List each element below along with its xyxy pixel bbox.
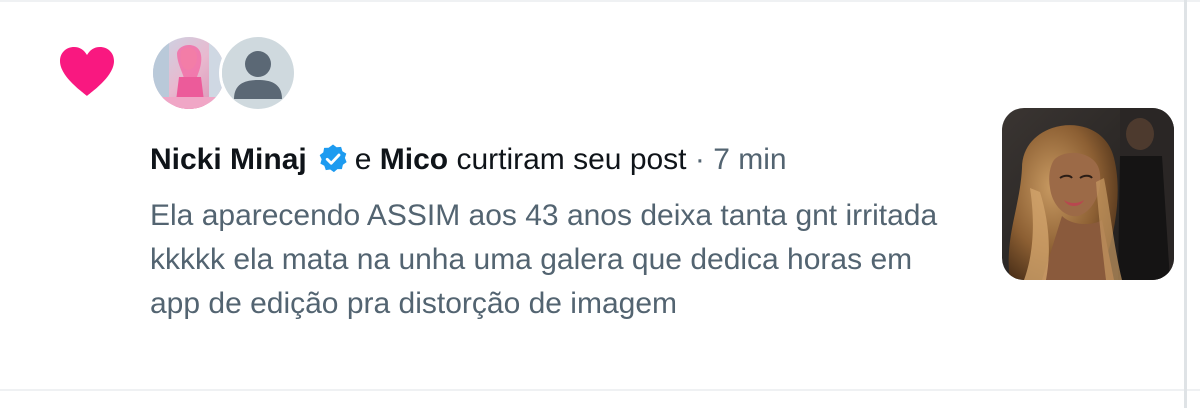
post-thumbnail[interactable] <box>1002 108 1174 280</box>
bottom-divider <box>0 389 1200 391</box>
avatar-nicki-minaj[interactable] <box>153 37 225 109</box>
dot-separator: · <box>694 143 705 176</box>
connector-text: e <box>354 143 372 176</box>
default-user-avatar <box>222 37 294 109</box>
notification-headline: Nicki Minaj e Mico curtiram seu post · 7… <box>150 138 970 182</box>
heart-icon <box>60 47 114 96</box>
action-text: curtiram seu post <box>456 143 687 176</box>
verified-badge-icon <box>319 144 347 173</box>
post-preview-text: Ela aparecendo ASSIM aos 43 anos deixa t… <box>150 199 938 320</box>
actor-name-2[interactable]: Mico <box>380 143 448 176</box>
top-divider <box>0 0 1200 2</box>
post-photo-thumbnail <box>1002 108 1174 280</box>
actor-name-1[interactable]: Nicki Minaj <box>150 143 307 176</box>
timeline-border <box>1184 0 1187 408</box>
profile-photo-avatar <box>153 37 225 109</box>
avatar-mico[interactable] <box>219 34 297 112</box>
timestamp: 7 min <box>713 143 787 176</box>
